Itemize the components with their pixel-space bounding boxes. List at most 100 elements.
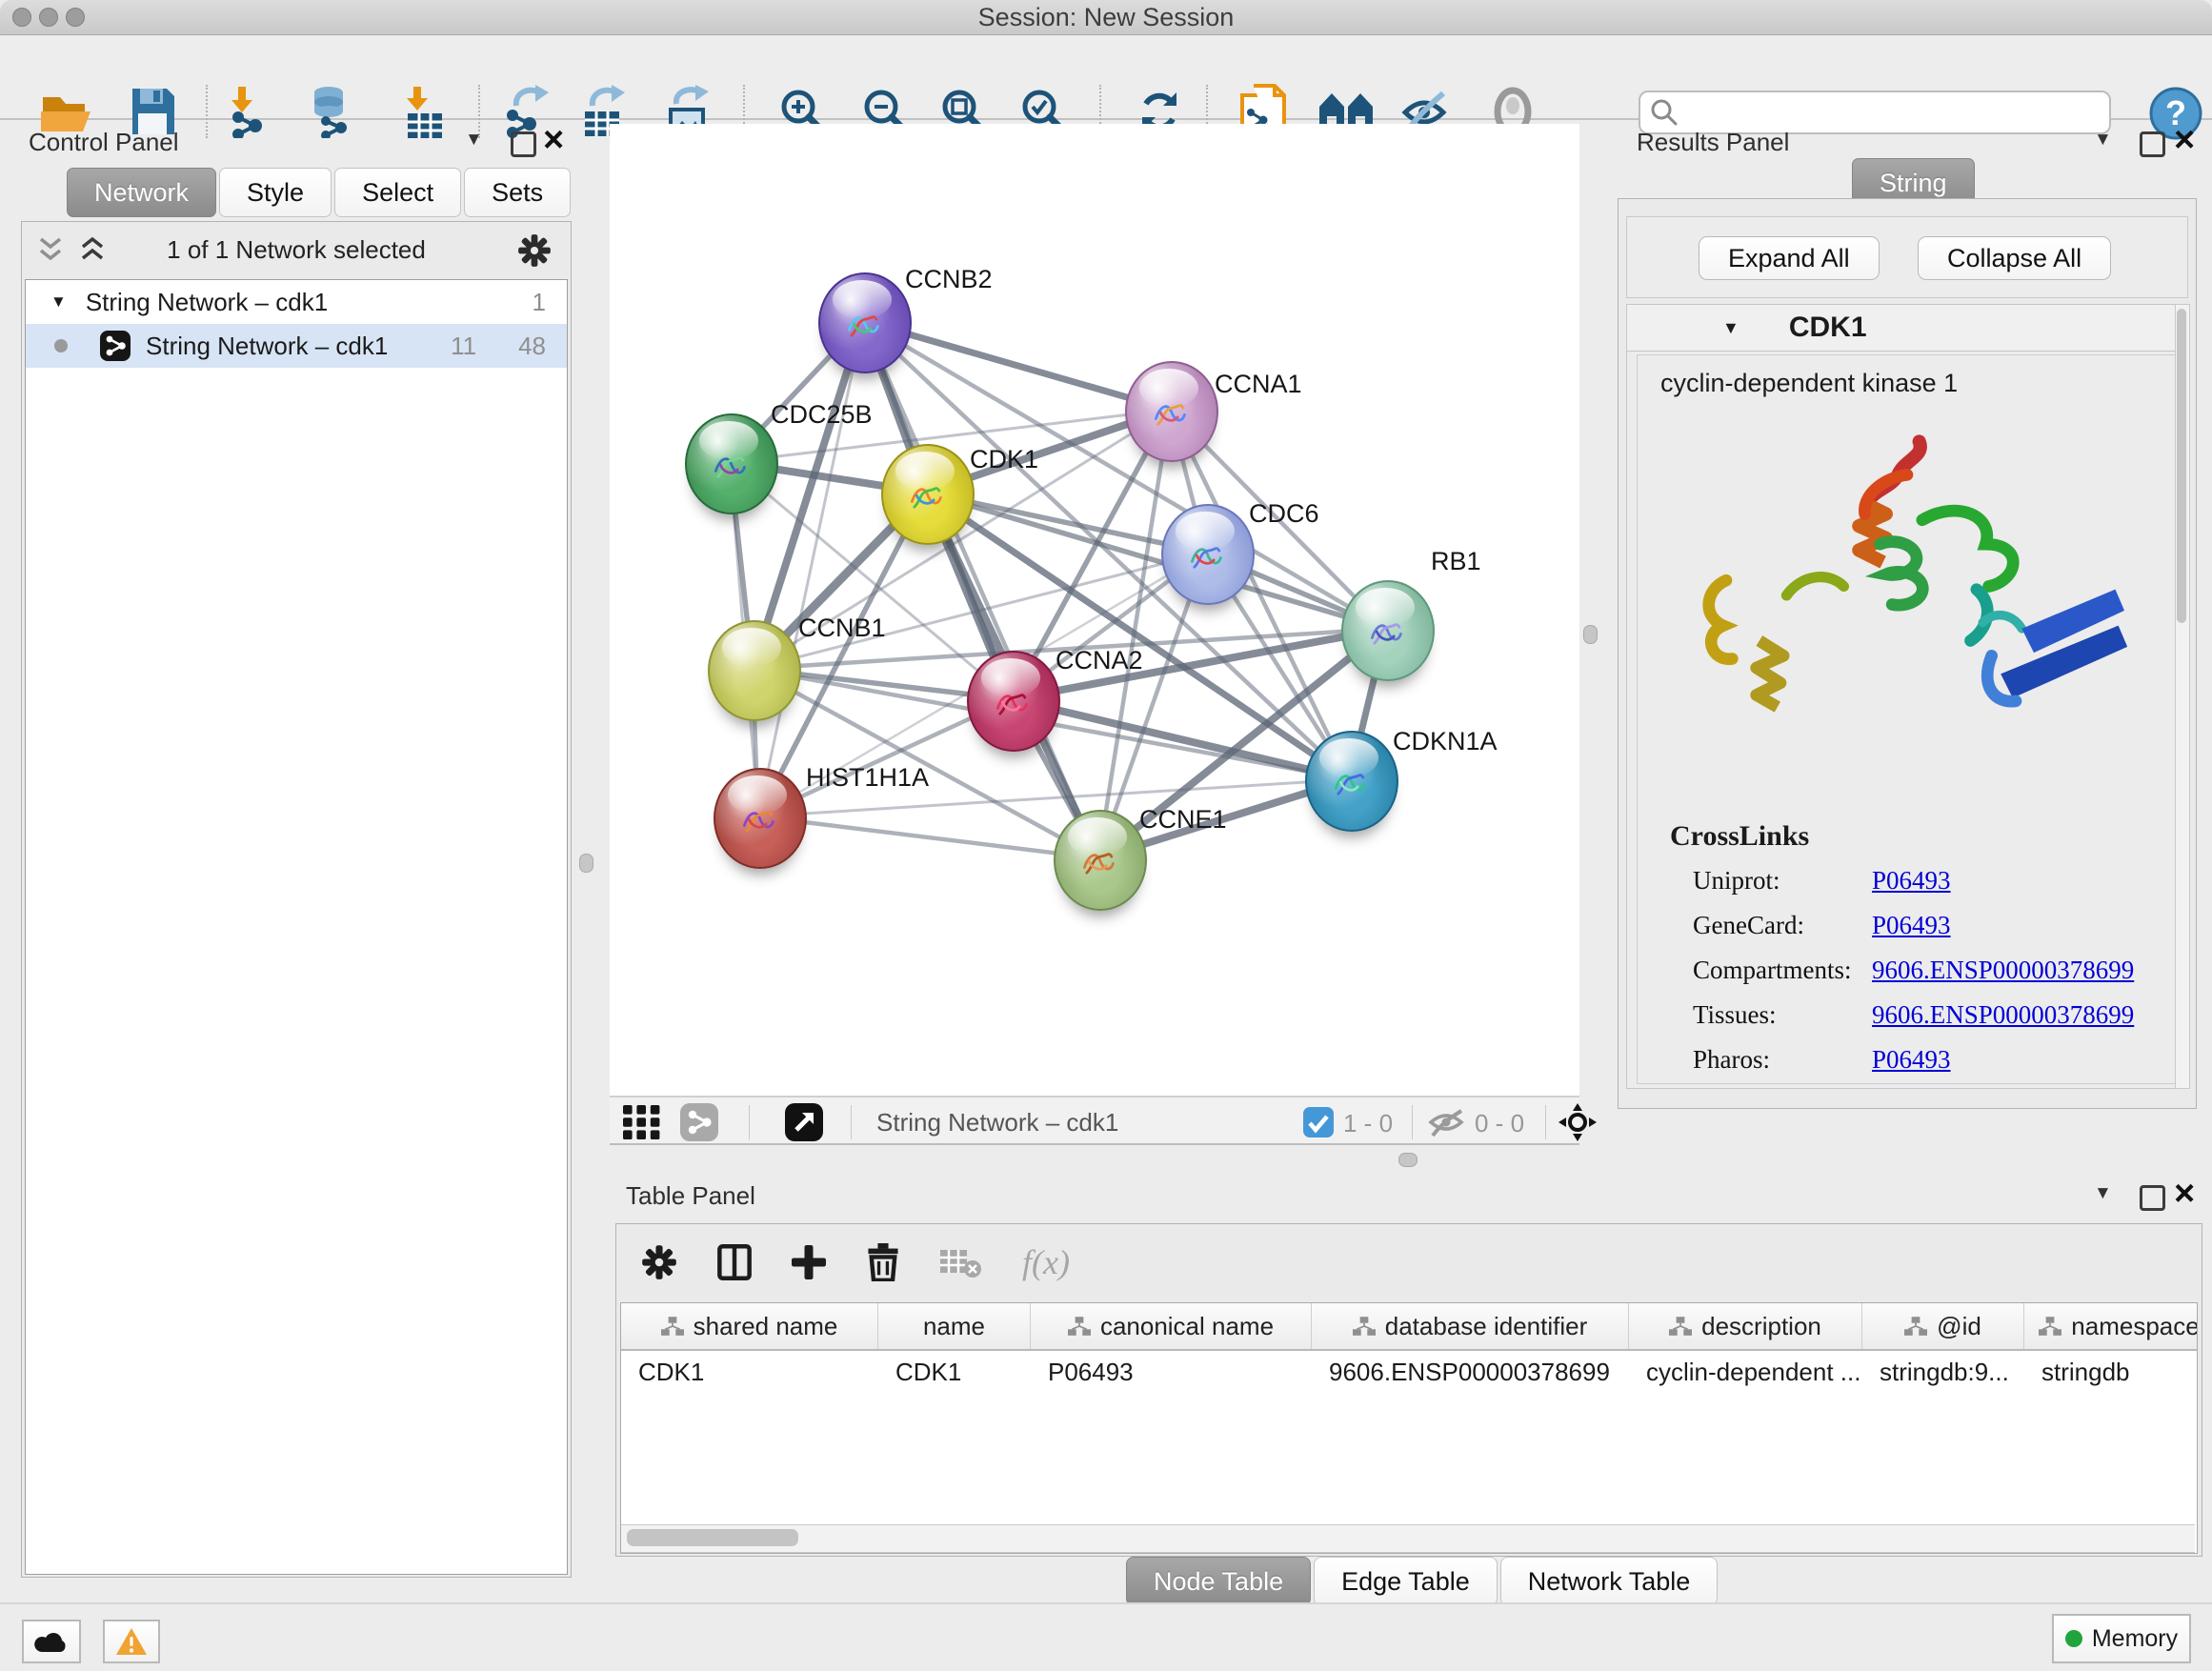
network-column-icon	[1904, 1317, 1927, 1336]
delete-column-icon[interactable]	[866, 1243, 900, 1281]
column-header-canonical-name[interactable]: canonical name	[1031, 1303, 1312, 1349]
node-ccna1[interactable]	[1125, 361, 1218, 462]
results-panel-menu-button[interactable]: ▼	[2094, 130, 2112, 151]
tab-style[interactable]: Style	[219, 168, 332, 217]
column-header-database-identifier[interactable]: database identifier	[1312, 1303, 1629, 1349]
crosslink-value[interactable]: 9606.ENSP00000378699	[1872, 1000, 2134, 1030]
column-header-label: shared name	[694, 1312, 838, 1341]
control-panel-float-button[interactable]	[511, 131, 536, 157]
node-hist1h1a[interactable]	[714, 768, 807, 869]
crosslink-value[interactable]: 9606.ENSP00000378699	[1872, 956, 2134, 985]
gear-icon[interactable]	[517, 233, 552, 268]
table-tabs: Node TableEdge TableNetwork Table	[1126, 1557, 1720, 1606]
node-ccnb2[interactable]	[818, 272, 912, 373]
node-ccnb1[interactable]	[708, 620, 801, 721]
protein-thumbnail-icon	[1361, 607, 1411, 656]
results-scrollbar[interactable]	[2175, 304, 2190, 1089]
network-list: ▼ String Network – cdk1 1 String Network…	[25, 279, 568, 1575]
crosslink-value[interactable]: P06493	[1872, 1045, 1951, 1075]
grid-view-icon[interactable]	[623, 1105, 669, 1139]
fit-selected-icon[interactable]	[1558, 1103, 1597, 1141]
cell-name[interactable]: CDK1	[878, 1351, 1031, 1393]
results-panel-float-button[interactable]	[2140, 131, 2165, 157]
node-cdkn1a[interactable]	[1305, 731, 1398, 832]
tab-node-table[interactable]: Node Table	[1126, 1557, 1311, 1606]
left-splitter-handle[interactable]	[579, 854, 593, 873]
bottom-splitter-handle[interactable]	[1398, 1153, 1418, 1167]
table-panel-close-button[interactable]: ×	[2174, 1174, 2195, 1215]
memory-button[interactable]: Memory	[2052, 1614, 2191, 1663]
network-edge[interactable]	[1012, 699, 1350, 779]
table-gear-icon[interactable]	[641, 1244, 677, 1280]
import-table-button[interactable]	[394, 81, 455, 142]
expander-icon[interactable]: ▼	[50, 292, 67, 312]
collapse-all-icon[interactable]	[37, 237, 64, 262]
node-cdc6[interactable]	[1161, 504, 1255, 605]
cell-canonical-name[interactable]: P06493	[1031, 1351, 1312, 1393]
tab-select[interactable]: Select	[334, 168, 461, 217]
crosslink-value[interactable]: P06493	[1872, 866, 1951, 896]
node-ccne1[interactable]	[1054, 810, 1147, 911]
table-panel-float-button[interactable]	[2140, 1185, 2165, 1211]
cell-namespace[interactable]: stringdb	[2024, 1351, 2198, 1393]
show-columns-icon[interactable]	[717, 1244, 752, 1280]
expand-all-icon[interactable]	[79, 237, 106, 262]
hidden-eye-icon[interactable]	[1427, 1107, 1465, 1137]
cell-shared-name[interactable]: CDK1	[621, 1351, 878, 1393]
column-header-namespace[interactable]: namespace	[2024, 1303, 2198, 1349]
node-ccna2[interactable]	[967, 651, 1060, 752]
crosslink-value[interactable]: P06493	[1872, 911, 1951, 940]
network-row[interactable]: String Network – cdk1 11 48	[26, 324, 567, 368]
column-header-shared-name[interactable]: shared name	[621, 1303, 878, 1349]
selected-checkbox-icon[interactable]	[1303, 1107, 1334, 1137]
network-canvas[interactable]: CCNB2CCNA1CDC25BCDK1CDC6RB1CCNB1CCNA2CDK…	[610, 124, 1579, 1096]
network-view-title: String Network – cdk1	[876, 1108, 1118, 1137]
network-column-icon	[2039, 1317, 2061, 1336]
column-header--id[interactable]: @id	[1862, 1303, 2024, 1349]
node-label-rb1: RB1	[1431, 547, 1481, 576]
results-scrollbar-thumb[interactable]	[2177, 309, 2186, 623]
expand-all-button[interactable]: Expand All	[1699, 236, 1880, 280]
network-edge[interactable]	[758, 816, 1098, 858]
node-label-cdk1: CDK1	[970, 445, 1038, 474]
network-collection-row[interactable]: ▼ String Network – cdk1 1	[26, 280, 567, 324]
table-panel-title: Table Panel	[626, 1181, 755, 1211]
node-label-ccnb1: CCNB1	[798, 614, 886, 643]
table-data-row[interactable]: CDK1CDK1P064939606.ENSP00000378699cyclin…	[621, 1351, 2198, 1393]
status-bar: Memory	[0, 1602, 2212, 1671]
cloud-button[interactable]	[22, 1620, 81, 1663]
birdseye-view-icon[interactable]	[785, 1103, 823, 1141]
control-panel-close-button[interactable]: ×	[543, 120, 564, 161]
node-cdk1[interactable]	[881, 444, 975, 545]
warning-button[interactable]	[103, 1620, 160, 1663]
column-header-description[interactable]: description	[1629, 1303, 1862, 1349]
section-expander-icon[interactable]: ▼	[1722, 318, 1739, 338]
string-app-icon	[100, 331, 131, 361]
table-h-scrollbar-thumb[interactable]	[627, 1529, 798, 1546]
right-splitter-handle[interactable]	[1583, 625, 1598, 644]
import-network-database-button[interactable]	[301, 81, 362, 142]
gene-section-header[interactable]: ▼ CDK1	[1627, 305, 2187, 352]
node-rb1[interactable]	[1341, 580, 1435, 681]
results-panel-close-button[interactable]: ×	[2174, 120, 2195, 161]
column-header-name[interactable]: name	[878, 1303, 1031, 1349]
control-panel-menu-button[interactable]: ▼	[465, 130, 483, 151]
table-panel-menu-button[interactable]: ▼	[2094, 1183, 2112, 1204]
table-h-scrollbar[interactable]	[621, 1524, 2195, 1553]
node-cdc25b[interactable]	[685, 413, 778, 514]
tab-edge-table[interactable]: Edge Table	[1314, 1557, 1498, 1606]
collapse-all-button[interactable]: Collapse All	[1918, 236, 2111, 280]
warning-icon	[115, 1627, 148, 1656]
tab-network-table[interactable]: Network Table	[1500, 1557, 1719, 1606]
cell--id[interactable]: stringdb:9...	[1862, 1351, 2024, 1393]
search-input[interactable]	[1679, 98, 2109, 128]
tab-sets[interactable]: Sets	[464, 168, 571, 217]
import-network-file-button[interactable]	[217, 81, 278, 142]
cell-database-identifier[interactable]: 9606.ENSP00000378699	[1312, 1351, 1629, 1393]
protein-thumbnail-icon	[1181, 531, 1231, 580]
cell-description[interactable]: cyclin-dependent ...	[1629, 1351, 1862, 1393]
crosslinks-list: Uniprot:P06493GeneCard:P06493Compartment…	[1693, 858, 2160, 1082]
tab-network[interactable]: Network	[67, 168, 216, 217]
share-view-icon[interactable]	[680, 1103, 718, 1141]
add-column-icon[interactable]	[792, 1245, 826, 1279]
